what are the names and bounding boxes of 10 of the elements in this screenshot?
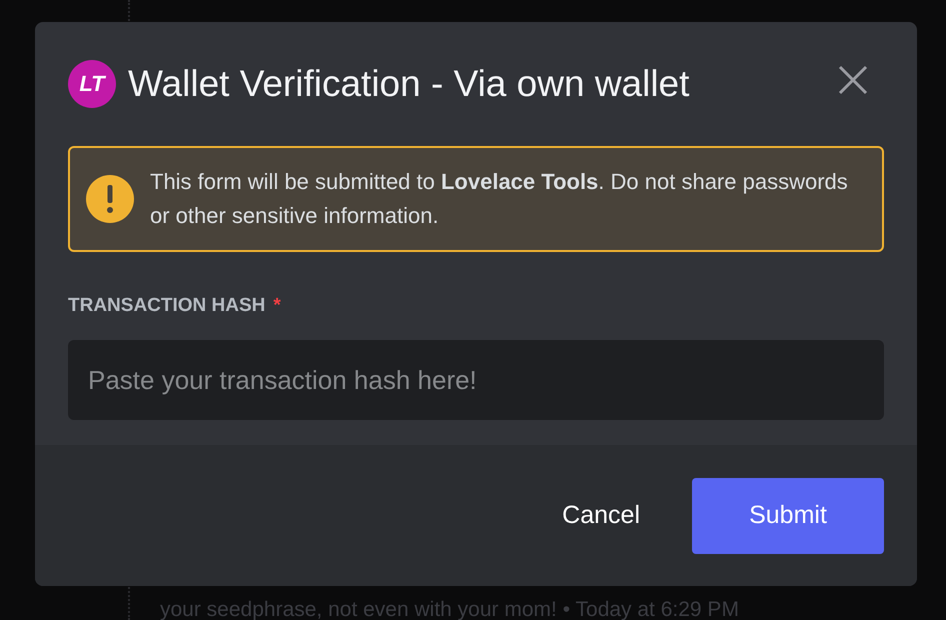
cancel-button[interactable]: Cancel bbox=[526, 478, 676, 554]
notice-text: This form will be submitted to Lovelace Tools. Do not share passwords or other sensitive information. bbox=[150, 168, 849, 230]
submit-button[interactable]: Submit bbox=[692, 478, 884, 554]
transaction-hash-field[interactable]: Paste your transaction hash here! bbox=[68, 340, 884, 420]
required-mark: * bbox=[273, 294, 281, 318]
field-label: TRANSACTION HASH bbox=[68, 294, 266, 318]
close-icon bbox=[837, 64, 869, 96]
dialog-title: Wallet Verification - Via own wallet bbox=[128, 62, 690, 106]
warning-icon bbox=[86, 174, 134, 222]
logo-icon: LT bbox=[68, 60, 116, 108]
